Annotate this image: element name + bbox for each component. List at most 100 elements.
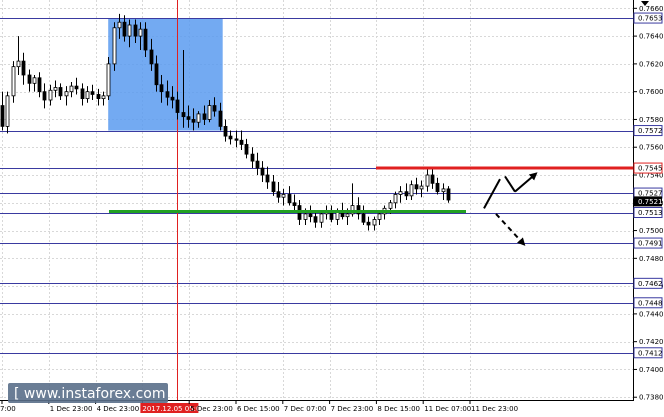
y-tick-label: 0.7560 — [639, 144, 664, 152]
price-chart: 0.7660 0.7640 0.7620 0.7600 0.7580 0.7560 0.75… — [0, 0, 664, 417]
candle-body — [404, 191, 409, 197]
candle-body — [21, 60, 26, 76]
candle-body — [80, 88, 85, 100]
candle-body — [159, 84, 164, 93]
candle-body — [250, 153, 255, 162]
candle-body — [260, 167, 265, 176]
candle-body — [149, 49, 154, 65]
candle-body — [202, 113, 207, 120]
candle-body — [64, 91, 69, 97]
candle-body — [372, 219, 377, 226]
level-label: 0.7513 — [638, 209, 663, 217]
candle-body — [393, 194, 398, 204]
candle-body — [292, 202, 297, 206]
x-tick-label: 7 Dec 23:00 — [331, 405, 374, 413]
candle-body — [414, 184, 419, 190]
x-tick-label: 7 Dec 07:00 — [284, 405, 327, 413]
candle-body — [96, 94, 101, 100]
candle-body — [345, 213, 350, 218]
y-tick-label: 0.7600 — [639, 88, 664, 96]
candle-body — [271, 181, 276, 193]
candle-body — [42, 91, 47, 101]
candle-body — [435, 182, 440, 193]
candle-body — [425, 174, 430, 187]
y-tick-label: 0.7380 — [639, 394, 664, 402]
candle-body — [5, 95, 10, 127]
y-tick-label: 0.7420 — [639, 338, 664, 346]
candle-body — [154, 63, 159, 86]
level-label: 0.7653 — [638, 15, 663, 23]
level-label: 0.7412 — [638, 349, 663, 357]
candle-body — [196, 113, 201, 123]
candle-body — [303, 213, 308, 220]
candle-body — [32, 77, 37, 84]
candle-body — [377, 213, 382, 220]
x-tick-label: 4 Dec 23:00 — [97, 405, 140, 413]
candle-body — [228, 135, 233, 140]
x-tick-label: 1 Dec 23:00 — [50, 405, 93, 413]
y-tick-label: 0.7400 — [639, 366, 664, 374]
candle-body — [53, 87, 58, 91]
candle-body — [170, 96, 175, 101]
x-tick-label: 7:00 — [0, 405, 16, 413]
candle-body — [398, 191, 403, 195]
candle-body — [419, 185, 424, 190]
candle-body — [361, 213, 366, 223]
candle-body — [191, 119, 196, 123]
level-label: 0.7527 — [638, 190, 663, 198]
candle-body — [69, 85, 74, 93]
x-tick-label: 11 Dec 23:00 — [471, 405, 518, 413]
candle-body — [281, 194, 286, 198]
candle-body — [117, 21, 122, 29]
candle-body — [112, 27, 117, 65]
y-tick-label: 0.7480 — [639, 255, 664, 263]
candle-body — [313, 216, 318, 223]
y-tick-label: 0.7620 — [639, 60, 664, 68]
x-tick-label: 6 Dec 15:00 — [237, 405, 280, 413]
instaforex-watermark: [ www.instaforex.com ] — [8, 383, 175, 403]
level-label: 0.7491 — [638, 240, 663, 248]
candle-body — [0, 105, 5, 127]
candle-body — [239, 139, 244, 145]
y-tick-label: 0.7660 — [639, 5, 664, 13]
candle-body — [101, 95, 106, 100]
candle-body — [37, 77, 42, 93]
candle-body — [138, 28, 143, 37]
candle-body — [181, 112, 186, 118]
level-label: 0.7462 — [638, 280, 663, 288]
candle-body — [122, 21, 127, 37]
candle-body — [143, 28, 148, 51]
candle-body — [85, 91, 90, 100]
candle-body — [48, 89, 53, 101]
level-label: 0.7448 — [638, 299, 663, 307]
y-tick-label: 0.7500 — [639, 227, 664, 235]
candle-body — [441, 188, 446, 193]
candle-body — [276, 191, 281, 198]
current-price-label: 0.7521 — [638, 198, 663, 206]
candle-body — [27, 74, 32, 84]
candle-body — [255, 160, 260, 169]
x-tick-label: 11 Dec 07:00 — [424, 405, 471, 413]
candle-body — [90, 91, 95, 95]
candle-body — [74, 85, 79, 90]
candle-body — [223, 125, 228, 137]
candle-body — [175, 99, 180, 113]
candle-body — [186, 116, 191, 120]
candle-body — [127, 24, 132, 37]
x-tick-label: 5 Dec 23:00 — [190, 405, 233, 413]
candle-body — [234, 138, 239, 141]
level-label: 0.7545 — [638, 165, 663, 173]
candle-body — [106, 63, 111, 97]
candle-body — [212, 105, 217, 112]
candle-body — [165, 91, 170, 98]
candle-body — [218, 110, 223, 127]
candle-body — [308, 213, 313, 218]
candle-body — [11, 66, 16, 97]
candle-body — [207, 105, 212, 120]
candle-body — [133, 24, 138, 37]
candle-body — [244, 144, 249, 155]
y-tick-label: 0.7580 — [639, 116, 664, 124]
candle-body — [446, 188, 451, 201]
candle-body — [287, 194, 292, 204]
candle-body — [366, 221, 371, 226]
